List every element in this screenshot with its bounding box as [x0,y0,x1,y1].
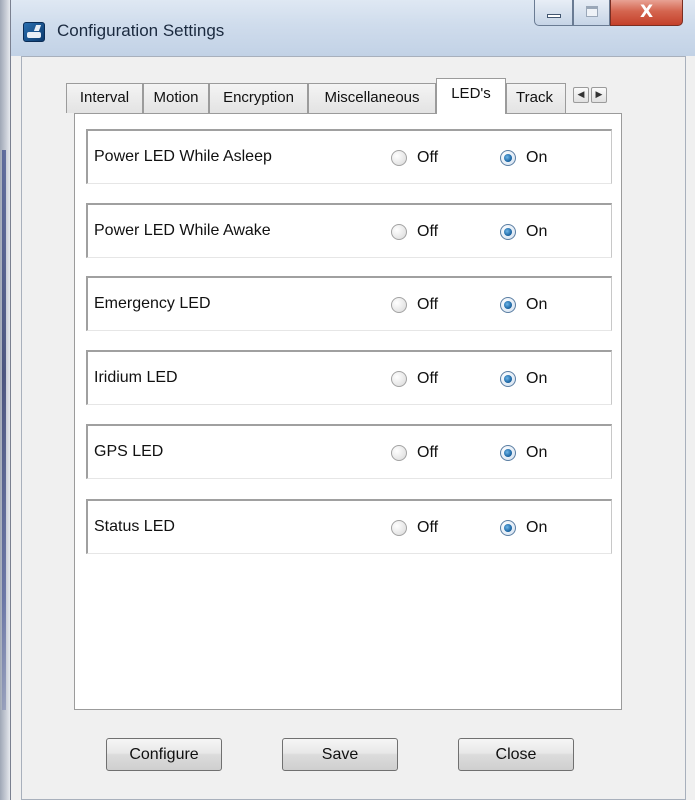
radio-label-on: On [526,223,548,240]
arrow-left-icon: ◀ [577,90,585,100]
power-awake-on-radio[interactable]: On [500,221,547,243]
radio-checked-icon [500,150,516,166]
tab-scroll-left-button[interactable]: ◀ [573,87,589,103]
radio-label-off: Off [417,370,439,387]
setting-label: Power LED While Awake [94,222,271,239]
maximize-icon [586,6,598,17]
radio-unchecked-icon [391,224,407,240]
minimize-icon [547,14,561,18]
satellite-device-icon [23,22,45,42]
close-icon: X [639,2,654,22]
radio-label-on: On [526,519,548,536]
status-on-radio[interactable]: On [500,517,547,539]
close-window-button[interactable]: X [610,0,683,26]
radio-unchecked-icon [391,520,407,536]
led-setting-power-asleep: Power LED While Asleep Off On [86,129,612,184]
led-setting-gps: GPS LED Off On [86,424,612,479]
radio-unchecked-icon [391,371,407,387]
radio-label-off: Off [417,519,439,536]
emergency-off-radio[interactable]: Off [391,294,438,316]
radio-label-off: Off [417,444,439,461]
radio-checked-icon [500,224,516,240]
status-off-radio[interactable]: Off [391,517,438,539]
window-title: Configuration Settings [57,21,225,40]
tab-encryption[interactable]: Encryption [209,83,308,113]
led-setting-status: Status LED Off On [86,499,612,554]
radio-label-off: Off [417,149,439,166]
radio-label-off: Off [417,296,439,313]
setting-label: Emergency LED [94,295,211,312]
radio-label-on: On [526,444,548,461]
radio-label-off: Off [417,223,439,240]
tab-leds[interactable]: LED's [436,78,506,114]
tab-interval[interactable]: Interval [66,83,143,113]
radio-checked-icon [500,445,516,461]
radio-unchecked-icon [391,297,407,313]
tab-track[interactable]: Track [506,83,566,113]
tab-scroll-right-button[interactable]: ▶ [591,87,607,103]
radio-label-on: On [526,370,548,387]
radio-label-on: On [526,149,548,166]
close-button[interactable]: Close [458,738,574,771]
configuration-settings-window: Configuration Settings X Interval Motion… [10,0,695,800]
tab-motion[interactable]: Motion [143,83,209,113]
radio-checked-icon [500,297,516,313]
title-bar[interactable]: Configuration Settings X [11,0,695,56]
power-asleep-on-radio[interactable]: On [500,147,547,169]
configure-button[interactable]: Configure [106,738,222,771]
setting-label: Status LED [94,518,175,535]
desktop-background [0,0,10,800]
desktop-wallpaper-strip [2,150,6,710]
iridium-off-radio[interactable]: Off [391,368,438,390]
radio-label-on: On [526,296,548,313]
power-awake-off-radio[interactable]: Off [391,221,438,243]
save-button[interactable]: Save [282,738,398,771]
radio-checked-icon [500,371,516,387]
setting-label: GPS LED [94,443,164,460]
radio-checked-icon [500,520,516,536]
power-asleep-off-radio[interactable]: Off [391,147,438,169]
tab-miscellaneous[interactable]: Miscellaneous [308,83,436,113]
iridium-on-radio[interactable]: On [500,368,547,390]
emergency-on-radio[interactable]: On [500,294,547,316]
minimize-button[interactable] [534,0,573,26]
gps-off-radio[interactable]: Off [391,442,438,464]
arrow-right-icon: ▶ [595,90,603,100]
maximize-button[interactable] [573,0,610,26]
radio-unchecked-icon [391,150,407,166]
led-setting-iridium: Iridium LED Off On [86,350,612,405]
setting-label: Iridium LED [94,369,178,386]
gps-on-radio[interactable]: On [500,442,547,464]
led-setting-emergency: Emergency LED Off On [86,276,612,331]
led-setting-power-awake: Power LED While Awake Off On [86,203,612,258]
setting-label: Power LED While Asleep [94,148,272,165]
radio-unchecked-icon [391,445,407,461]
leds-tab-panel: Power LED While Asleep Off On Power LED … [74,113,622,710]
